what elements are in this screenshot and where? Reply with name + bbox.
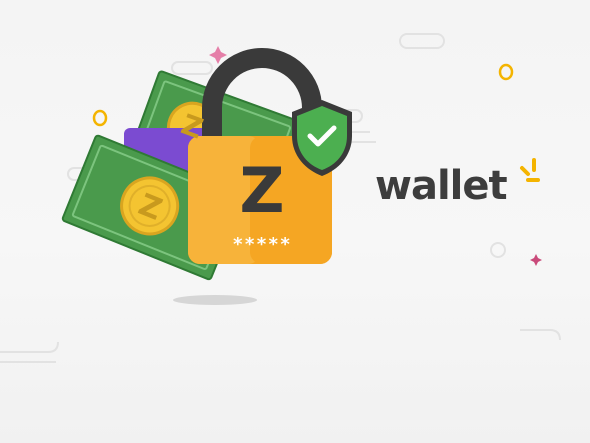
sparkle-icon bbox=[530, 254, 542, 266]
wallet-illustration: Z Z Z ***** wallet bbox=[0, 0, 590, 443]
lock-code: ***** bbox=[232, 234, 292, 255]
lock-letter: Z bbox=[239, 154, 285, 227]
wind-lines bbox=[520, 329, 561, 341]
illustration-canvas bbox=[0, 33, 561, 363]
circle-outline bbox=[490, 242, 506, 258]
wind-lines bbox=[0, 341, 59, 363]
wallet-wordmark: wallet bbox=[375, 163, 508, 209]
ring-decoration bbox=[498, 63, 514, 81]
ring-decoration bbox=[92, 109, 108, 127]
lock-shadow bbox=[173, 295, 257, 305]
cloud-outline bbox=[171, 61, 213, 75]
burst-accent bbox=[520, 158, 540, 182]
cloud-outline bbox=[399, 33, 445, 49]
